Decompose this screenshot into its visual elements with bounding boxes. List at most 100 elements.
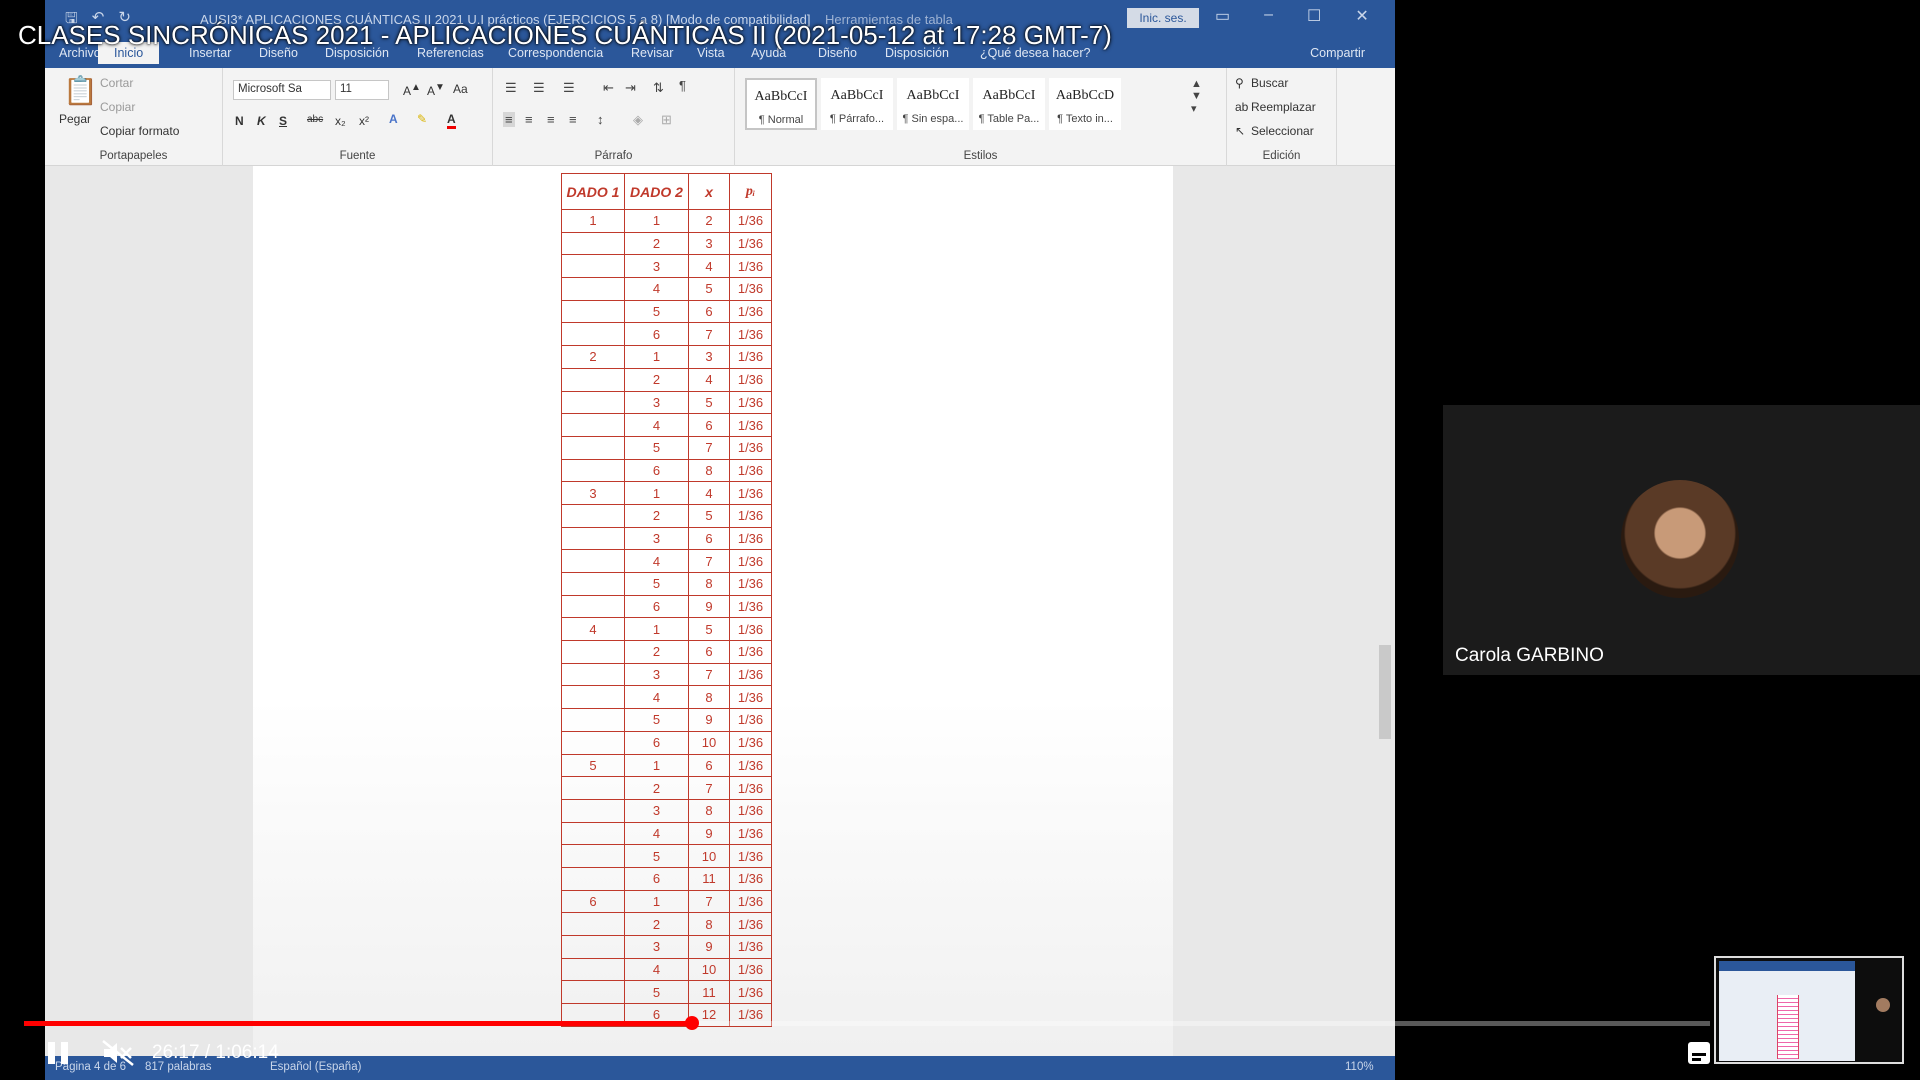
cell-x[interactable]: 5: [688, 503, 730, 528]
style-parrafo[interactable]: AaBbCcI ¶ Párrafo...: [821, 78, 893, 130]
cell-dado-2[interactable]: 5: [624, 708, 689, 732]
cell-dado-2[interactable]: 4: [624, 821, 689, 846]
cell-dado-2[interactable]: 2: [624, 776, 689, 800]
cell-dado-2[interactable]: 4: [624, 549, 689, 573]
cell-dado-2[interactable]: 6: [624, 594, 689, 619]
bold-button[interactable]: N: [235, 114, 244, 128]
justify-icon[interactable]: ≡: [569, 112, 577, 127]
cell-dado-1[interactable]: [561, 277, 625, 301]
cell-probability[interactable]: 1/36: [729, 912, 772, 936]
cell-dado-1[interactable]: [561, 798, 625, 823]
cell-x[interactable]: 10: [688, 957, 730, 982]
cell-dado-2[interactable]: 1: [624, 889, 689, 914]
style-sin-espaciado[interactable]: AaBbCcI ¶ Sin espa...: [897, 78, 969, 130]
cell-probability[interactable]: 1/36: [729, 435, 772, 460]
cell-dado-1[interactable]: [561, 572, 625, 596]
cell-probability[interactable]: 1/36: [729, 685, 772, 710]
cell-dado-1[interactable]: [561, 526, 625, 551]
cell-x[interactable]: 6: [688, 299, 730, 324]
cell-dado-2[interactable]: 5: [624, 435, 689, 460]
cell-probability[interactable]: 1/36: [729, 209, 772, 233]
cell-dado-2[interactable]: 6: [624, 866, 689, 891]
cell-dado-1[interactable]: [561, 458, 625, 483]
align-left-icon[interactable]: ≡: [503, 112, 515, 127]
cell-dado-2[interactable]: 2: [624, 640, 689, 664]
minimize-icon[interactable]: –: [1264, 6, 1273, 26]
cell-dado-2[interactable]: 3: [624, 390, 689, 415]
cell-dado-1[interactable]: [561, 367, 625, 392]
cell-dado-2[interactable]: 3: [624, 935, 689, 959]
cell-dado-1[interactable]: [561, 322, 625, 347]
cell-probability[interactable]: 1/36: [729, 662, 772, 687]
language-indicator[interactable]: Español (España): [270, 1061, 361, 1073]
cell-dado-1[interactable]: [561, 640, 625, 664]
cell-dado-2[interactable]: 1: [624, 345, 689, 369]
cell-dado-1[interactable]: [561, 503, 625, 528]
cell-probability[interactable]: 1/36: [729, 617, 772, 642]
cell-probability[interactable]: 1/36: [729, 844, 772, 868]
cell-dado-1[interactable]: 3: [561, 481, 625, 505]
cell-x[interactable]: 6: [688, 640, 730, 664]
cell-probability[interactable]: 1/36: [729, 367, 772, 392]
cell-probability[interactable]: 1/36: [729, 503, 772, 528]
format-painter-button[interactable]: Copiar formato: [100, 124, 179, 138]
copy-button[interactable]: Copiar: [100, 100, 135, 114]
paste-button[interactable]: Pegar: [59, 112, 91, 126]
cell-dado-1[interactable]: 4: [561, 617, 625, 642]
cell-dado-1[interactable]: [561, 776, 625, 800]
cell-dado-2[interactable]: 1: [624, 617, 689, 642]
cell-dado-2[interactable]: 4: [624, 957, 689, 982]
header-probability[interactable]: pᵢ: [729, 173, 772, 210]
cell-dado-2[interactable]: 2: [624, 231, 689, 256]
sign-in-button[interactable]: Inic. ses.: [1127, 8, 1199, 28]
vertical-scrollbar[interactable]: [1377, 166, 1393, 1056]
cell-x[interactable]: 8: [688, 798, 730, 823]
cell-probability[interactable]: 1/36: [729, 889, 772, 914]
cell-probability[interactable]: 1/36: [729, 345, 772, 369]
cell-dado-1[interactable]: [561, 821, 625, 846]
styles-more-icon[interactable]: ▲ ▼ ▾: [1191, 78, 1202, 115]
cell-probability[interactable]: 1/36: [729, 231, 772, 256]
grow-font-icon[interactable]: A▲: [403, 82, 421, 98]
cell-probability[interactable]: 1/36: [729, 322, 772, 347]
cell-dado-1[interactable]: [561, 866, 625, 891]
align-right-icon[interactable]: ≡: [547, 112, 555, 127]
cell-x[interactable]: 4: [688, 367, 730, 392]
cell-dado-1[interactable]: [561, 435, 625, 460]
cell-x[interactable]: 7: [688, 435, 730, 460]
replace-button[interactable]: Reemplazar: [1251, 100, 1316, 114]
cell-x[interactable]: 6: [688, 753, 730, 778]
cell-probability[interactable]: 1/36: [729, 549, 772, 573]
cell-dado-2[interactable]: 2: [624, 503, 689, 528]
cell-x[interactable]: 7: [688, 549, 730, 573]
cell-dado-2[interactable]: 5: [624, 572, 689, 596]
cell-dado-2[interactable]: 3: [624, 662, 689, 687]
cell-probability[interactable]: 1/36: [729, 935, 772, 959]
cell-dado-1[interactable]: 1: [561, 209, 625, 233]
style-texto-independiente[interactable]: AaBbCcD ¶ Texto in...: [1049, 78, 1121, 130]
cell-x[interactable]: 5: [688, 617, 730, 642]
cell-dado-1[interactable]: [561, 594, 625, 619]
cell-dado-2[interactable]: 3: [624, 798, 689, 823]
cell-x[interactable]: 8: [688, 912, 730, 936]
cell-x[interactable]: 4: [688, 254, 730, 279]
change-case-button[interactable]: Aa: [453, 82, 468, 96]
cell-probability[interactable]: 1/36: [729, 572, 772, 596]
cell-probability[interactable]: 1/36: [729, 957, 772, 982]
cell-dado-1[interactable]: 5: [561, 753, 625, 778]
cell-probability[interactable]: 1/36: [729, 594, 772, 619]
cell-dado-2[interactable]: 1: [624, 753, 689, 778]
cell-x[interactable]: 7: [688, 662, 730, 687]
cell-probability[interactable]: 1/36: [729, 640, 772, 664]
cell-x[interactable]: 8: [688, 685, 730, 710]
borders-icon[interactable]: ⊞: [661, 112, 672, 128]
cell-dado-2[interactable]: 1: [624, 481, 689, 505]
maximize-icon[interactable]: ☐: [1307, 6, 1321, 26]
sort-icon[interactable]: ⇅: [653, 80, 664, 96]
underline-button[interactable]: S: [279, 114, 287, 128]
cell-dado-2[interactable]: 6: [624, 458, 689, 483]
cell-x[interactable]: 10: [688, 730, 730, 755]
cell-dado-1[interactable]: 2: [561, 345, 625, 369]
cell-dado-1[interactable]: [561, 708, 625, 732]
cell-dado-1[interactable]: [561, 957, 625, 982]
